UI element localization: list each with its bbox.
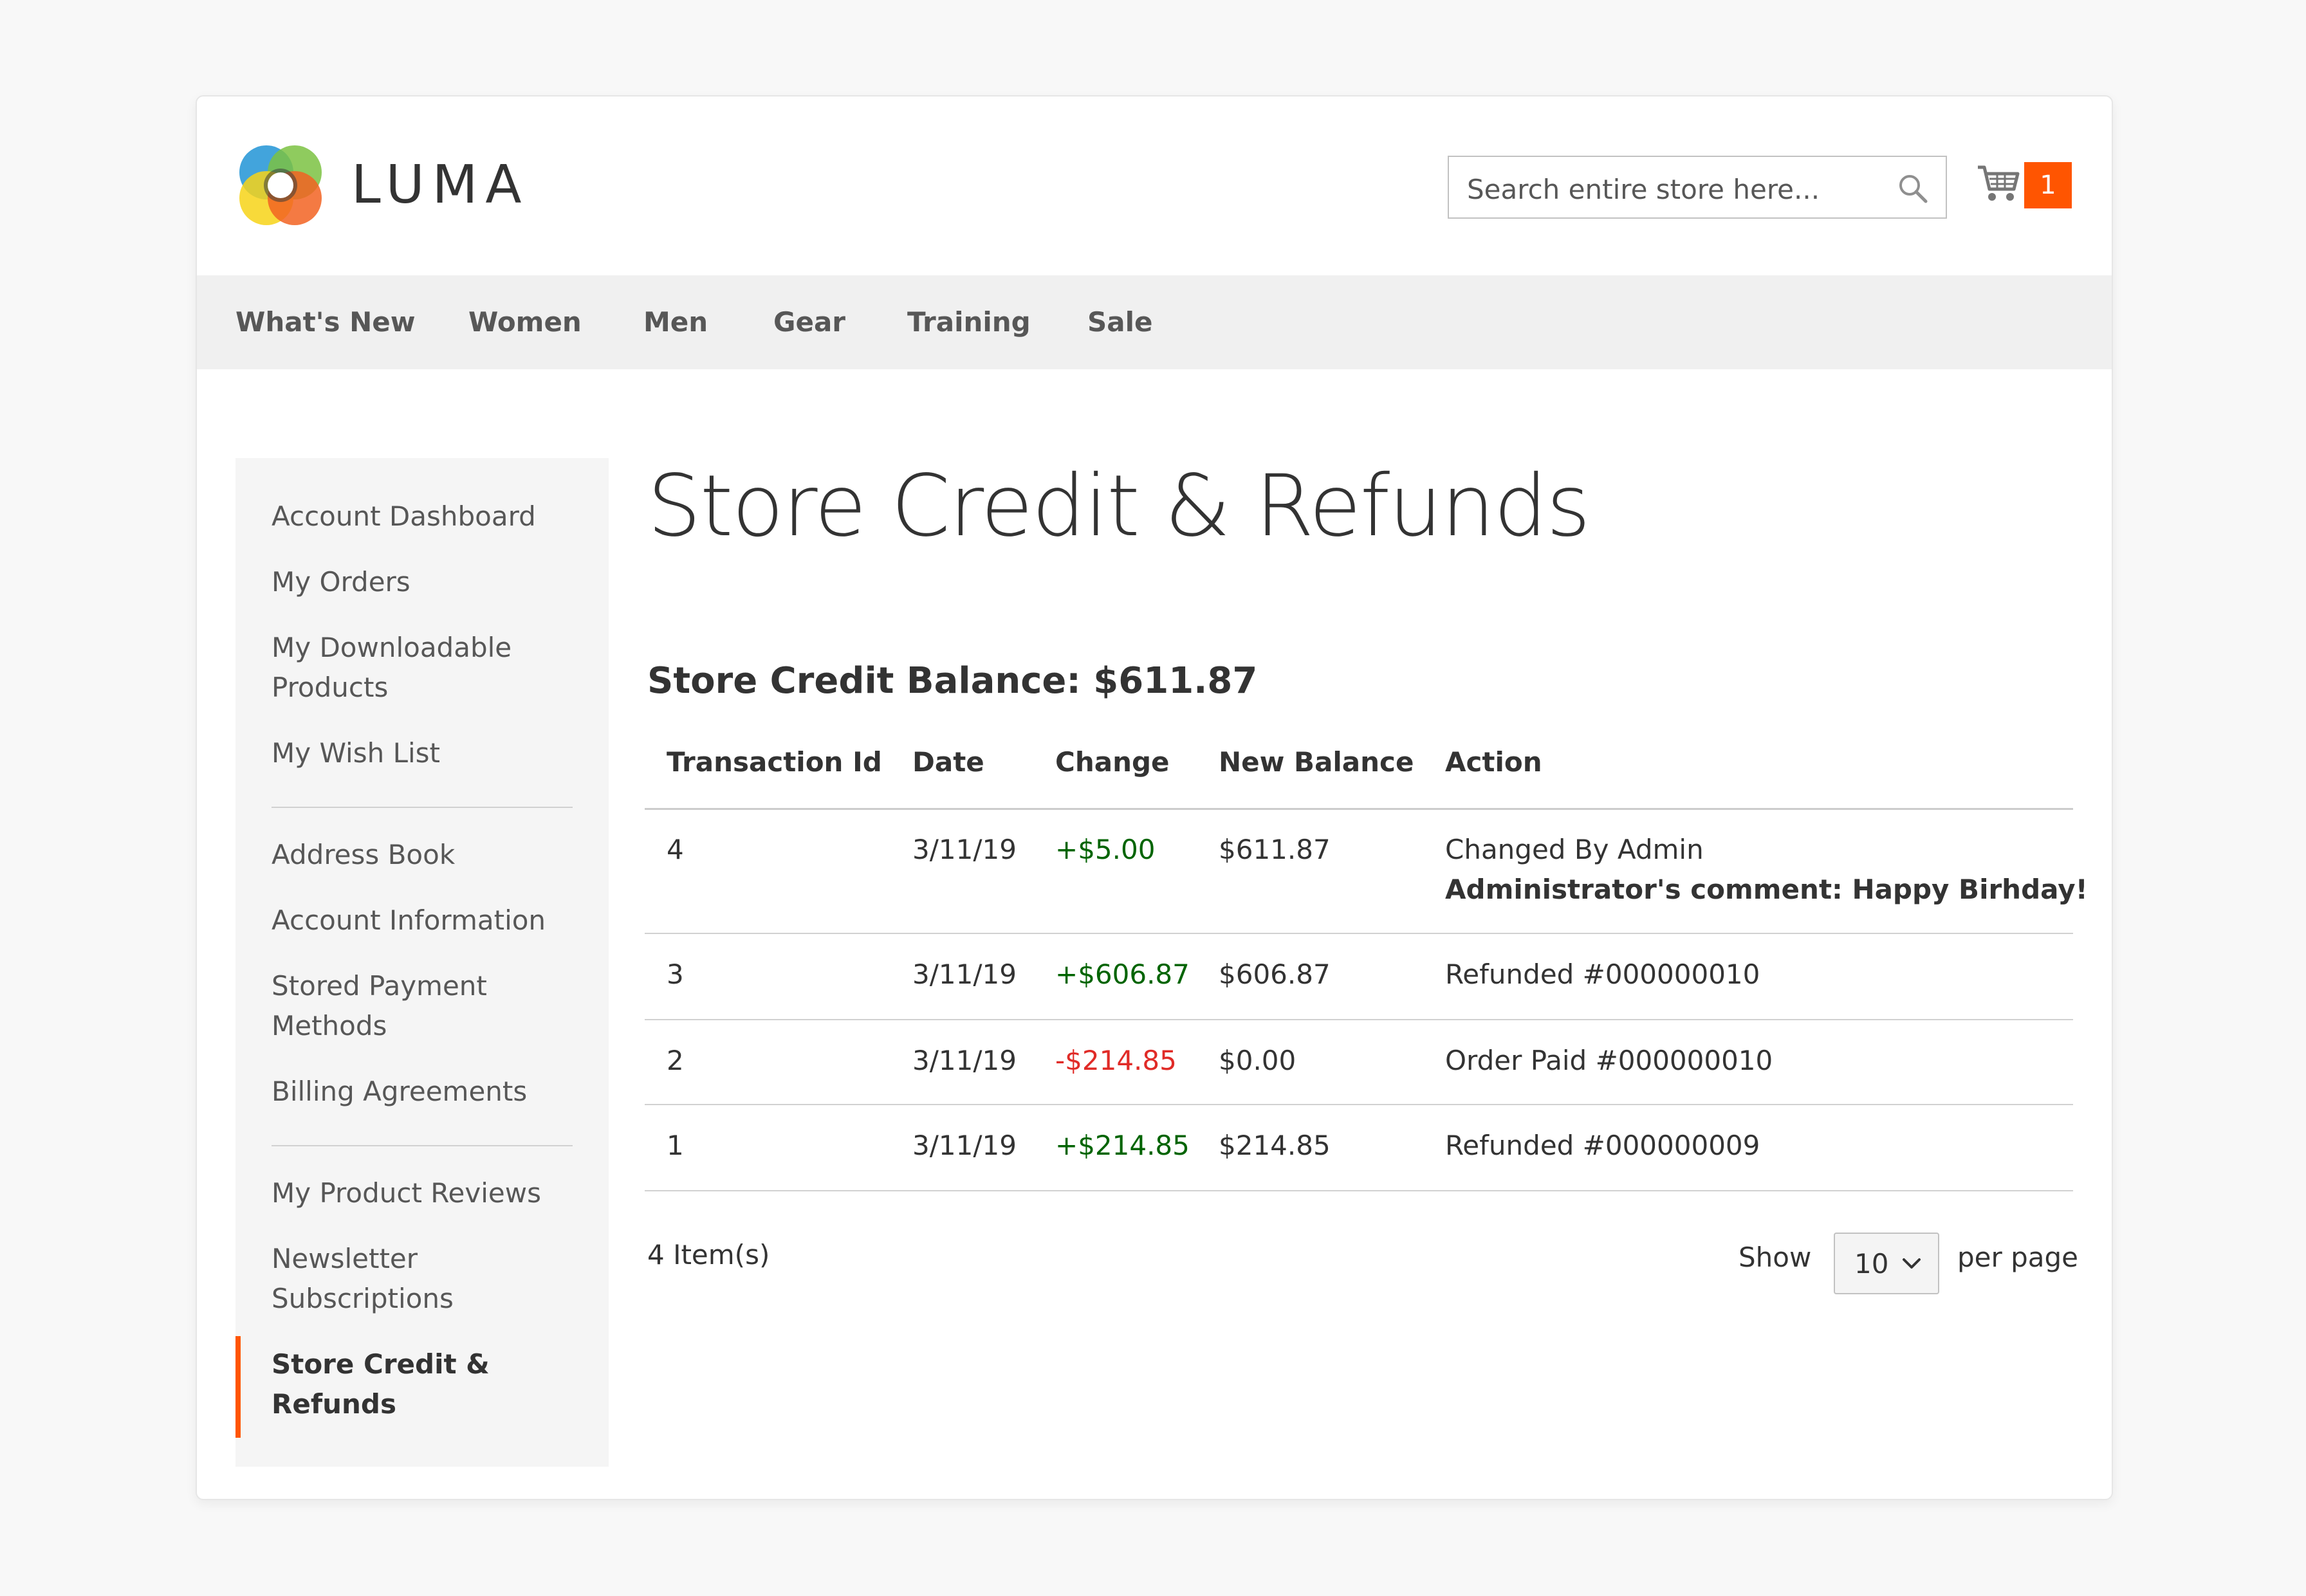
transaction-action: Refunded #000000009 (1445, 1130, 1760, 1161)
nav-item-gear[interactable]: Gear (773, 306, 845, 338)
sidebar-item-account-information[interactable]: Account Information (272, 901, 593, 940)
transaction-id: 4 (667, 834, 684, 865)
per-page-select[interactable]: 10 (1834, 1233, 1939, 1294)
transaction-date: 3/11/19 (912, 1045, 1017, 1076)
search-input[interactable]: Search entire store here... (1448, 156, 1947, 219)
transaction-change: -$214.85 (1055, 1045, 1177, 1076)
search-placeholder: Search entire store here... (1467, 174, 1820, 205)
sidebar-item-billing-agreements[interactable]: Billing Agreements (272, 1072, 593, 1112)
chevron-down-icon (1903, 1258, 1921, 1269)
per-page-value: 10 (1854, 1248, 1889, 1280)
transaction-id: 3 (667, 959, 684, 990)
row-divider (645, 1190, 2073, 1191)
active-indicator (235, 1336, 241, 1438)
transaction-new-balance: $214.85 (1219, 1130, 1331, 1161)
brand-name[interactable]: LUMA (351, 154, 529, 216)
search-icon[interactable] (1897, 172, 1929, 205)
sidebar-item-store-credit-refunds[interactable]: Store Credit & Refunds (272, 1344, 503, 1424)
transaction-action: Changed By Admin (1445, 834, 1704, 865)
transaction-new-balance: $606.87 (1219, 959, 1331, 990)
nav-item-training[interactable]: Training (907, 306, 1031, 338)
transaction-new-balance: $611.87 (1219, 834, 1331, 865)
nav-item-whats-new[interactable]: What's New (235, 306, 416, 338)
page-title: Store Credit & Refunds (647, 457, 1591, 556)
transaction-id: 2 (667, 1045, 684, 1076)
nav-item-men[interactable]: Men (643, 306, 708, 338)
sidebar-item-my-orders[interactable]: My Orders (272, 562, 593, 602)
transaction-change: +$214.85 (1055, 1130, 1190, 1161)
admin-comment: Administrator's comment: Happy Birhday! (1445, 874, 2088, 905)
table-header-divider (645, 808, 2073, 810)
sidebar-item-my-downloadable-products[interactable]: My Downloadable Products (272, 628, 542, 708)
sidebar-item-address-book[interactable]: Address Book (272, 835, 593, 875)
column-header-date: Date (912, 746, 984, 778)
sidebar-item-my-wish-list[interactable]: My Wish List (272, 733, 593, 773)
show-label: Show (1739, 1242, 1812, 1273)
transaction-date: 3/11/19 (912, 959, 1017, 990)
sidebar-item-newsletter-subscriptions[interactable]: Newsletter Subscriptions (272, 1239, 484, 1319)
main-navigation: What's New Women Men Gear Training Sale (197, 275, 2112, 369)
sidebar-item-account-dashboard[interactable]: Account Dashboard (272, 497, 593, 537)
sidebar-item-stored-payment-methods[interactable]: Stored Payment Methods (272, 966, 529, 1046)
column-header-action: Action (1445, 746, 1542, 778)
transaction-action: Order Paid #000000010 (1445, 1045, 1773, 1076)
row-divider (645, 1104, 2073, 1105)
column-header-new-balance: New Balance (1219, 746, 1414, 778)
row-divider (645, 1019, 2073, 1020)
transaction-change: +$5.00 (1055, 834, 1156, 865)
column-header-change: Change (1055, 746, 1170, 778)
transaction-id: 1 (667, 1130, 684, 1161)
transaction-date: 3/11/19 (912, 1130, 1017, 1161)
column-header-transaction-id: Transaction Id (667, 746, 882, 778)
store-credit-balance: Store Credit Balance: $611.87 (647, 660, 1258, 702)
transaction-change: +$606.87 (1055, 959, 1190, 990)
transaction-date: 3/11/19 (912, 834, 1017, 865)
account-sidebar: Account Dashboard My Orders My Downloada… (235, 458, 609, 1467)
cart-count-badge[interactable]: 1 (2024, 162, 2072, 208)
nav-item-women[interactable]: Women (468, 306, 582, 338)
cart-icon[interactable] (1975, 160, 2022, 206)
sidebar-divider (272, 1145, 573, 1146)
luma-logo-icon[interactable] (235, 139, 326, 229)
transaction-new-balance: $0.00 (1219, 1045, 1296, 1076)
row-divider (645, 933, 2073, 934)
sidebar-divider (272, 807, 573, 808)
page-card: LUMA Search entire store here... 1 What'… (196, 95, 2113, 1500)
transaction-action: Refunded #000000010 (1445, 959, 1760, 990)
nav-item-sale[interactable]: Sale (1087, 306, 1152, 338)
sidebar-item-my-product-reviews[interactable]: My Product Reviews (272, 1173, 593, 1213)
per-page-label: per page (1957, 1242, 2079, 1273)
items-count: 4 Item(s) (647, 1239, 770, 1270)
